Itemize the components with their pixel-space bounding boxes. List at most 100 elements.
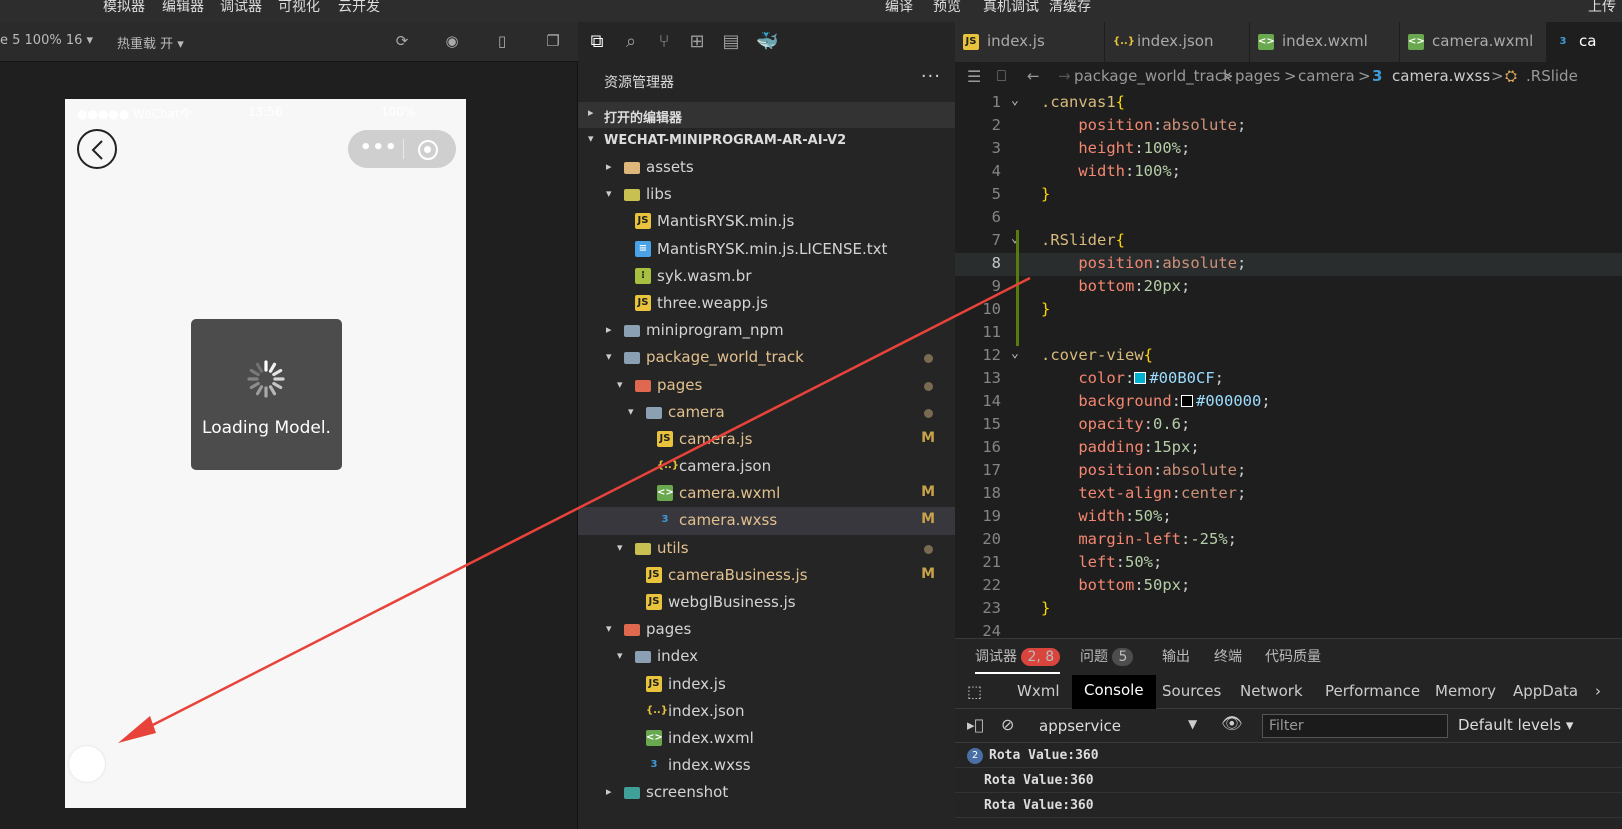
search-icon[interactable]: ⌕: [620, 31, 642, 53]
filter-input[interactable]: Filter: [1262, 714, 1448, 738]
editor-tab[interactable]: <> index.wxml: [1250, 22, 1400, 62]
menu-editor[interactable]: 编辑器: [162, 0, 204, 16]
more-tabs-icon[interactable]: ›: [1595, 682, 1601, 700]
css-file-icon: 3: [1372, 67, 1383, 85]
back-button[interactable]: [77, 129, 117, 169]
menu-simulator[interactable]: 模拟器: [103, 0, 145, 16]
bookmark-icon[interactable]: ⎕: [997, 67, 1006, 85]
editor-tab[interactable]: <> camera.wxml: [1400, 22, 1547, 62]
debug-panel: 调试器 2, 8 问题 5 输出 终端 代码质量 ⬚ Wxml Console …: [955, 638, 1622, 829]
menu-preview[interactable]: 预览: [933, 0, 961, 16]
menu-upload[interactable]: 上传: [1588, 0, 1616, 16]
tab-network[interactable]: Network: [1240, 682, 1303, 700]
code-line: 14 background: #000000;: [955, 391, 1622, 414]
tab-memory[interactable]: Memory: [1435, 682, 1496, 700]
tree-file[interactable]: JS three.weapp.js: [578, 290, 955, 317]
tab-terminal[interactable]: 终端: [1214, 646, 1242, 666]
slider-handle[interactable]: [69, 746, 105, 782]
tree-folder[interactable]: ▾ pages: [578, 616, 955, 643]
refresh-icon[interactable]: ⟳: [393, 32, 411, 50]
tree-folder[interactable]: ▸ miniprogram_npm: [578, 317, 955, 344]
crumb-pages[interactable]: pages: [1235, 67, 1280, 85]
tab-sources[interactable]: Sources: [1162, 682, 1221, 700]
code-line: 2 position:absolute;: [955, 115, 1622, 138]
tree-folder[interactable]: ▾ utils: [578, 535, 955, 562]
inspect-icon[interactable]: ⬚: [967, 682, 982, 701]
tree-file[interactable]: {..} camera.json: [578, 453, 955, 480]
context-select[interactable]: appservice: [1039, 717, 1121, 735]
source-control-icon[interactable]: ⑂: [653, 31, 675, 53]
tree-file[interactable]: JS cameraBusiness.js M: [578, 562, 955, 589]
project-section[interactable]: ▾ WECHAT-MINIPROGRAM-AR-AI-V2: [578, 128, 955, 154]
tree-file[interactable]: <> index.wxml: [578, 725, 955, 752]
tab-performance[interactable]: Performance: [1325, 682, 1420, 700]
tree-file[interactable]: {..} index.json: [578, 698, 955, 725]
menu-visual[interactable]: 可视化: [278, 0, 320, 16]
menu-clear-cache[interactable]: 清缓存: [1049, 0, 1091, 16]
tree-file[interactable]: ⁝ syk.wasm.br: [578, 263, 955, 290]
more-actions-icon[interactable]: ···: [921, 66, 941, 87]
phone-icon[interactable]: ▯: [493, 32, 511, 50]
tree-file[interactable]: JS webglBusiness.js: [578, 589, 955, 616]
tree-folder[interactable]: ▾ pages: [578, 372, 955, 399]
tab-problems[interactable]: 问题 5: [1080, 646, 1134, 666]
open-editors-section[interactable]: ▸ 打开的编辑器: [578, 102, 955, 128]
log-levels-select[interactable]: Default levels ▾: [1458, 716, 1573, 734]
tree-file[interactable]: JS camera.js M: [578, 426, 955, 453]
tree-file[interactable]: 3 index.wxss: [578, 752, 955, 779]
code-editor[interactable]: 1 ⌄ .canvas1{2 position:absolute; 3 height:…: [955, 92, 1622, 638]
tree-folder[interactable]: ▾ index: [578, 643, 955, 670]
tree-folder[interactable]: ▾ libs: [578, 181, 955, 208]
editor-tab[interactable]: JS index.js: [955, 22, 1105, 62]
menu-cloud[interactable]: 云开发: [338, 0, 380, 16]
back-arrow-icon[interactable]: ←: [1027, 67, 1040, 85]
forward-arrow-icon[interactable]: →: [1058, 67, 1071, 85]
crumb-camera[interactable]: camera: [1298, 67, 1355, 85]
tab-quality[interactable]: 代码质量: [1265, 646, 1321, 666]
sidebar-toggle-icon[interactable]: ▸⃞: [967, 716, 984, 734]
tree-folder[interactable]: ▾ camera: [578, 399, 955, 426]
list-icon[interactable]: ☰: [967, 67, 981, 86]
tab-wxml[interactable]: Wxml: [1017, 682, 1060, 700]
editor-tab[interactable]: 3 ca: [1547, 22, 1622, 62]
tree-folder[interactable]: ▾ package_world_track: [578, 344, 955, 371]
tab-appdata[interactable]: AppData: [1513, 682, 1578, 700]
fold-chevron-icon[interactable]: ⌄: [1011, 93, 1019, 108]
tree-file[interactable]: JS index.js: [578, 671, 955, 698]
tree-folder[interactable]: ▸ assets: [578, 154, 955, 181]
tree-folder[interactable]: ▸ screenshot: [578, 779, 955, 806]
problems-badge: 5: [1112, 648, 1134, 666]
stop-icon[interactable]: ◉: [443, 32, 461, 50]
crumb-selector[interactable]: .RSlide: [1526, 67, 1578, 85]
tab-output[interactable]: 输出: [1162, 646, 1190, 666]
tree-file[interactable]: <> camera.wxml M: [578, 480, 955, 507]
eye-icon[interactable]: 👁: [1221, 714, 1243, 734]
menu-debugger[interactable]: 调试器: [220, 0, 262, 16]
storage-icon[interactable]: ▤: [720, 31, 742, 53]
close-target-icon[interactable]: [418, 140, 438, 160]
extensions-icon[interactable]: ⊞: [686, 31, 708, 53]
docker-icon[interactable]: 🐳: [756, 31, 778, 53]
context-dropdown-icon[interactable]: ▼: [1188, 717, 1197, 731]
code-line: 16 padding:15px;: [955, 437, 1622, 460]
menu-compile[interactable]: 编译: [885, 0, 913, 16]
tab-console[interactable]: Console: [1072, 675, 1156, 709]
editor-tab[interactable]: {..} index.json: [1105, 22, 1250, 62]
crumb-package[interactable]: package_world_track: [1074, 67, 1232, 85]
explorer-icon[interactable]: ⧉: [586, 31, 608, 53]
tree-file[interactable]: 3 camera.wxss M: [578, 507, 955, 535]
hot-reload-toggle[interactable]: 热重载 开 ▾: [117, 33, 184, 52]
clear-console-icon[interactable]: ⊘: [1001, 715, 1014, 734]
device-selector[interactable]: e 5 100% 16 ▾: [0, 33, 93, 48]
line-number: 17: [982, 461, 1001, 479]
code-line: 6: [955, 207, 1622, 230]
fold-chevron-icon[interactable]: ⌄: [1011, 346, 1019, 361]
tab-debugger[interactable]: 调试器 2, 8: [975, 646, 1061, 674]
tree-file[interactable]: ≡ MantisRYSK.min.js.LICENSE.txt: [578, 236, 955, 263]
tree-file[interactable]: JS MantisRYSK.min.js: [578, 208, 955, 235]
window-icon[interactable]: ❐: [544, 32, 562, 50]
menu-device-debug[interactable]: 真机调试: [983, 0, 1039, 16]
code-line: 4 width:100%;: [955, 161, 1622, 184]
crumb-file[interactable]: camera.wxss: [1392, 67, 1490, 85]
more-button[interactable]: •••: [360, 138, 398, 158]
